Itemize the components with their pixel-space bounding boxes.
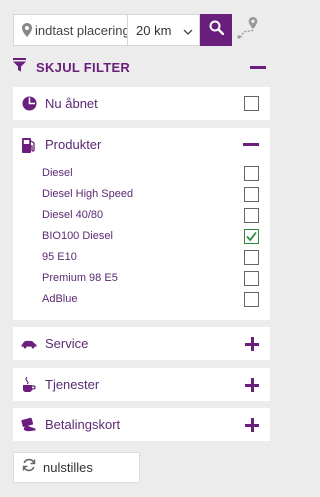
card-in-hand-icon [21, 417, 37, 433]
products-list: Diesel Diesel High Speed Diesel 40/80 BI… [13, 161, 270, 309]
product-label: Diesel High Speed [42, 188, 134, 200]
expand-icon [245, 417, 259, 432]
filter-icon [13, 57, 26, 77]
product-checkbox[interactable] [244, 228, 259, 244]
clock-icon [21, 96, 37, 111]
service-row[interactable]: Service [13, 327, 270, 360]
product-checkbox[interactable] [244, 291, 259, 307]
product-item[interactable]: Diesel 40/80 [13, 205, 270, 225]
open-now-panel: Nu åbnet [13, 87, 270, 120]
product-label: BIO100 Diesel [42, 230, 113, 242]
filter-toggle-label: SKJUL FILTER [36, 59, 131, 75]
service-panel: Service [13, 327, 270, 360]
collapse-icon [243, 143, 259, 146]
open-now-label: Nu åbnet [45, 96, 98, 111]
open-now-checkbox[interactable] [244, 96, 259, 111]
product-checkbox[interactable] [244, 165, 259, 181]
product-item[interactable]: Premium 98 E5 [13, 268, 270, 288]
car-icon [21, 339, 37, 349]
product-item[interactable]: 95 E10 [13, 247, 270, 267]
product-checkbox[interactable] [244, 249, 259, 265]
open-now-row[interactable]: Nu åbnet [13, 87, 270, 120]
reset-label: nulstilles [43, 460, 93, 475]
map-pin-icon [14, 23, 35, 37]
product-item[interactable]: BIO100 Diesel [13, 226, 270, 246]
chevron-down-icon [183, 23, 193, 38]
distance-select[interactable]: 20 km [128, 14, 200, 46]
product-item[interactable]: Diesel High Speed [13, 184, 270, 204]
reset-button[interactable]: nulstilles [13, 452, 140, 483]
service-label: Service [45, 336, 89, 351]
product-item[interactable]: AdBlue [13, 289, 270, 309]
product-label: 95 E10 [42, 251, 77, 263]
product-checkbox[interactable] [244, 207, 259, 223]
product-label: Diesel 40/80 [42, 209, 104, 221]
fuel-pump-icon [21, 137, 37, 153]
route-button[interactable] [232, 14, 266, 46]
checkmark-icon [246, 231, 257, 241]
tjenester-row[interactable]: Tjenester [13, 368, 270, 401]
refresh-icon [22, 458, 36, 477]
betalingskort-row[interactable]: Betalingskort [13, 408, 270, 441]
betalingskort-label: Betalingskort [45, 417, 121, 432]
collapse-icon [250, 66, 266, 69]
product-label: Premium 98 E5 [42, 272, 118, 284]
products-label: Produkter [45, 137, 102, 152]
product-checkbox[interactable] [244, 186, 259, 202]
search-button[interactable] [200, 14, 232, 46]
product-checkbox[interactable] [244, 270, 259, 286]
expand-icon [245, 336, 259, 351]
filter-toggle[interactable]: SKJUL FILTER [13, 56, 270, 78]
tjenester-label: Tjenester [45, 377, 100, 392]
product-item[interactable]: Diesel [13, 163, 270, 183]
distance-value: 20 km [136, 22, 172, 38]
products-header[interactable]: Produkter [13, 128, 270, 161]
search-bar: 20 km [13, 14, 270, 46]
products-panel: Produkter Diesel Diesel High Speed Diese… [13, 128, 270, 320]
product-label: AdBlue [42, 293, 78, 305]
route-icon [237, 16, 261, 44]
tjenester-panel: Tjenester [13, 368, 270, 401]
location-field[interactable] [13, 14, 128, 46]
product-label: Diesel [42, 167, 73, 179]
coffee-cup-icon [21, 376, 37, 393]
expand-icon [245, 377, 259, 392]
location-input[interactable] [35, 22, 127, 38]
search-icon [209, 20, 224, 40]
betalingskort-panel: Betalingskort [13, 408, 270, 441]
